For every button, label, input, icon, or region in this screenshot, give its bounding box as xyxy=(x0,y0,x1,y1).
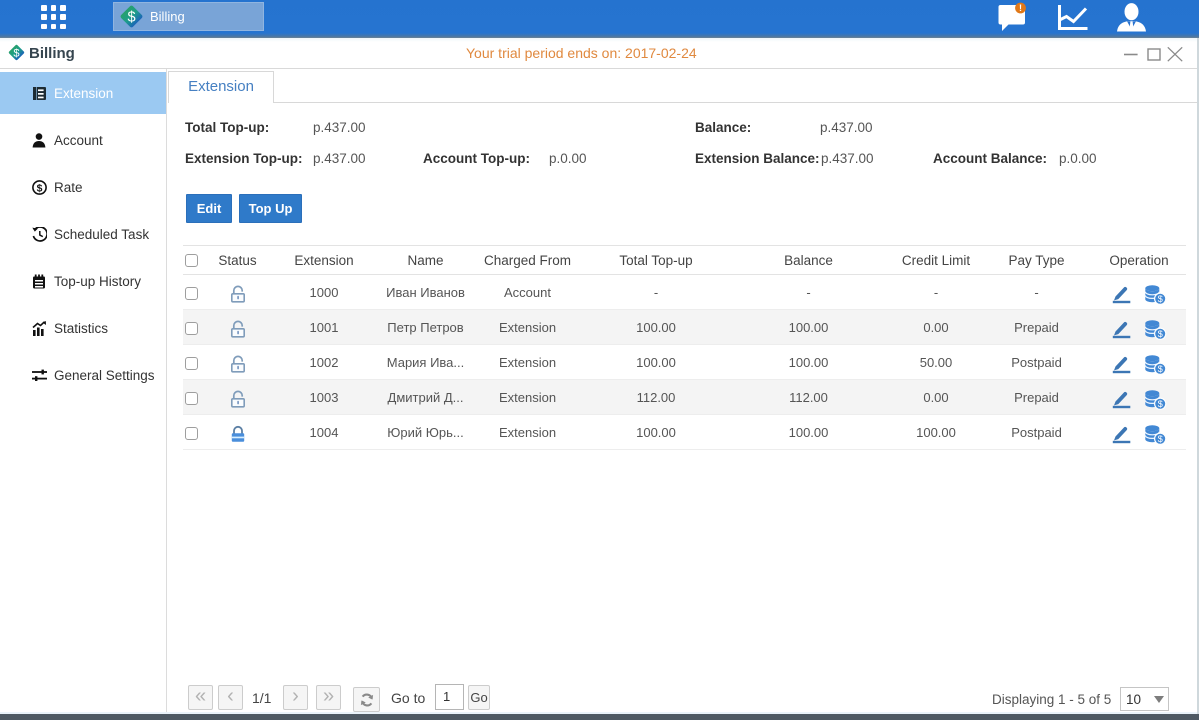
svg-text:$: $ xyxy=(1158,434,1163,444)
svg-text:$: $ xyxy=(127,10,135,26)
svg-text:!: ! xyxy=(1019,3,1022,13)
svg-text:$: $ xyxy=(13,47,19,59)
svg-text:$: $ xyxy=(1158,399,1163,409)
svg-text:$: $ xyxy=(1158,294,1163,304)
svg-text:$: $ xyxy=(1158,329,1163,339)
svg-text:$: $ xyxy=(36,183,42,194)
svg-text:$: $ xyxy=(1158,364,1163,374)
